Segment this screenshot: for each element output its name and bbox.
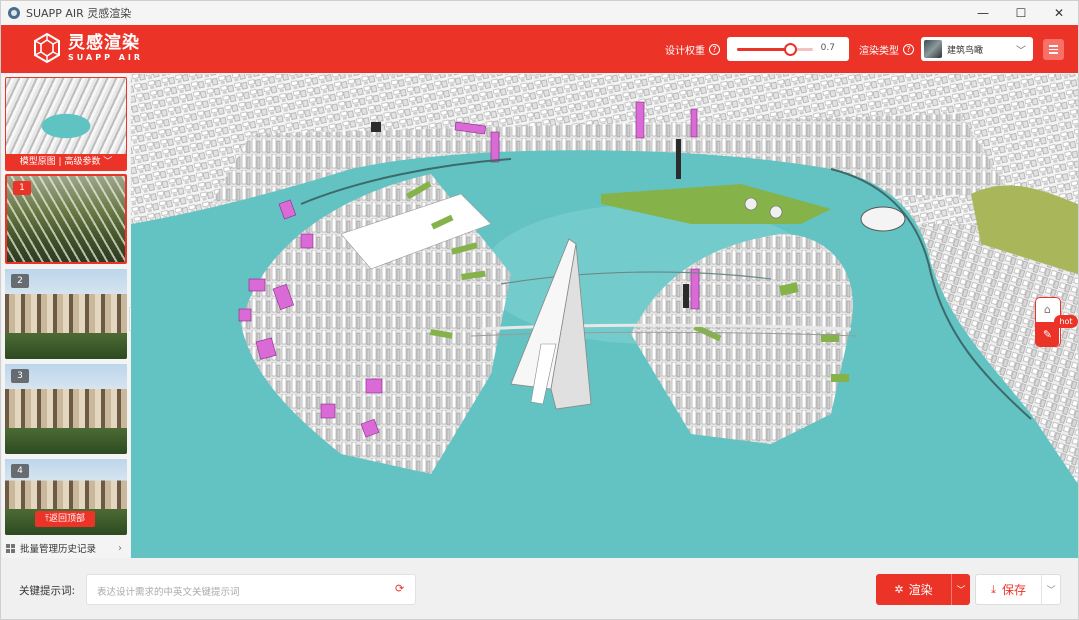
window-title: SUAPP AIR 灵感渲染 bbox=[26, 7, 132, 20]
brand-name-cn: 灵感渲染 bbox=[68, 32, 140, 53]
save-button-group: ⤓ 保存 ﹀ bbox=[975, 574, 1061, 605]
render-canvas[interactable] bbox=[131, 74, 1078, 558]
download-icon: ⤓ bbox=[991, 582, 997, 596]
brand-logo-icon bbox=[34, 33, 60, 63]
maximize-button[interactable]: ☐ bbox=[1002, 1, 1040, 25]
history-badge: 2 bbox=[11, 274, 29, 288]
chevron-right-icon: › bbox=[118, 542, 122, 554]
minimize-button[interactable]: — bbox=[964, 1, 1002, 25]
render-button[interactable]: ✲ 渲染 bbox=[876, 574, 951, 605]
history-badge: 3 bbox=[11, 369, 29, 383]
hot-badge: hot bbox=[1054, 315, 1078, 328]
design-weight-slider[interactable]: 0.7 bbox=[727, 37, 849, 61]
title-bar: SUAPP AIR 灵感渲染 — ☐ ✕ bbox=[1, 1, 1078, 25]
help-icon[interactable]: ? bbox=[903, 44, 914, 55]
render-options-dropdown[interactable]: ﹀ bbox=[951, 574, 970, 605]
batch-history-link[interactable]: 批量管理历史记录 › bbox=[6, 540, 126, 556]
window-controls: — ☐ ✕ bbox=[964, 1, 1078, 25]
render-button-group: ✲ 渲染 ﹀ bbox=[876, 574, 970, 605]
brand-logo: 灵感渲染 SUAPP AIR bbox=[32, 33, 143, 63]
slider-track[interactable] bbox=[737, 43, 813, 56]
advanced-params-toggle[interactable]: 模型原图 | 高级参数 ﹀ bbox=[6, 154, 126, 170]
slider-thumb[interactable] bbox=[784, 43, 798, 56]
back-to-top-button[interactable]: ⤒返回顶部 bbox=[35, 511, 95, 527]
sparkle-icon: ✲ bbox=[894, 583, 904, 596]
slider-fill bbox=[737, 48, 791, 51]
refresh-icon[interactable]: ⟳ bbox=[395, 583, 407, 595]
history-item-3[interactable]: 3 bbox=[5, 364, 127, 454]
save-options-dropdown[interactable]: ﹀ bbox=[1041, 575, 1060, 604]
grid-icon bbox=[6, 543, 15, 553]
render-type-thumbnail bbox=[924, 40, 942, 58]
prompt-bar: 关键提示词: 表达设计需求的中英文关键提示词 ⟳ ✲ 渲染 ﹀ ⤓ 保存 ﹀ bbox=[1, 558, 1078, 619]
app-window: SUAPP AIR 灵感渲染 — ☐ ✕ 灵感渲染 SUAPP AIR 设计权重… bbox=[0, 0, 1079, 620]
render-type-select[interactable]: 建筑鸟瞰 ﹀ bbox=[921, 37, 1033, 61]
design-weight-label: 设计权重 ? bbox=[665, 42, 720, 57]
history-sidebar: 模型原图 | 高级参数 ﹀ 1 2 3 4 ⤒返回顶部 批量管理历史记录 › bbox=[2, 74, 130, 558]
app-icon bbox=[8, 7, 20, 19]
menu-icon bbox=[1049, 45, 1058, 47]
history-badge: 4 bbox=[11, 464, 29, 478]
help-icon[interactable]: ? bbox=[709, 44, 720, 55]
brand-name-en: SUAPP AIR bbox=[68, 52, 144, 62]
design-weight-value: 0.7 bbox=[820, 43, 835, 53]
keyword-input[interactable]: 表达设计需求的中英文关键提示词 bbox=[86, 574, 416, 605]
model-source-thumbnail[interactable]: 模型原图 | 高级参数 ﹀ bbox=[5, 77, 127, 171]
chevron-down-icon: ﹀ bbox=[1016, 46, 1026, 57]
history-badge: 1 bbox=[13, 181, 31, 195]
history-item-2[interactable]: 2 bbox=[5, 269, 127, 359]
close-button[interactable]: ✕ bbox=[1040, 1, 1078, 25]
keyword-label: 关键提示词: bbox=[19, 585, 76, 597]
save-button[interactable]: ⤓ 保存 bbox=[976, 575, 1041, 604]
render-type-value: 建筑鸟瞰 bbox=[947, 45, 984, 56]
render-result-image bbox=[131, 74, 1078, 558]
hamburger-menu-button[interactable] bbox=[1043, 39, 1064, 60]
render-type-label: 渲染类型 ? bbox=[859, 42, 914, 57]
app-header: 灵感渲染 SUAPP AIR 设计权重 ? 0.7 渲染类型 ? 建筑鸟瞰 ﹀ bbox=[1, 25, 1078, 73]
model-preview-image bbox=[6, 78, 126, 156]
history-item-1[interactable]: 1 bbox=[5, 174, 127, 264]
